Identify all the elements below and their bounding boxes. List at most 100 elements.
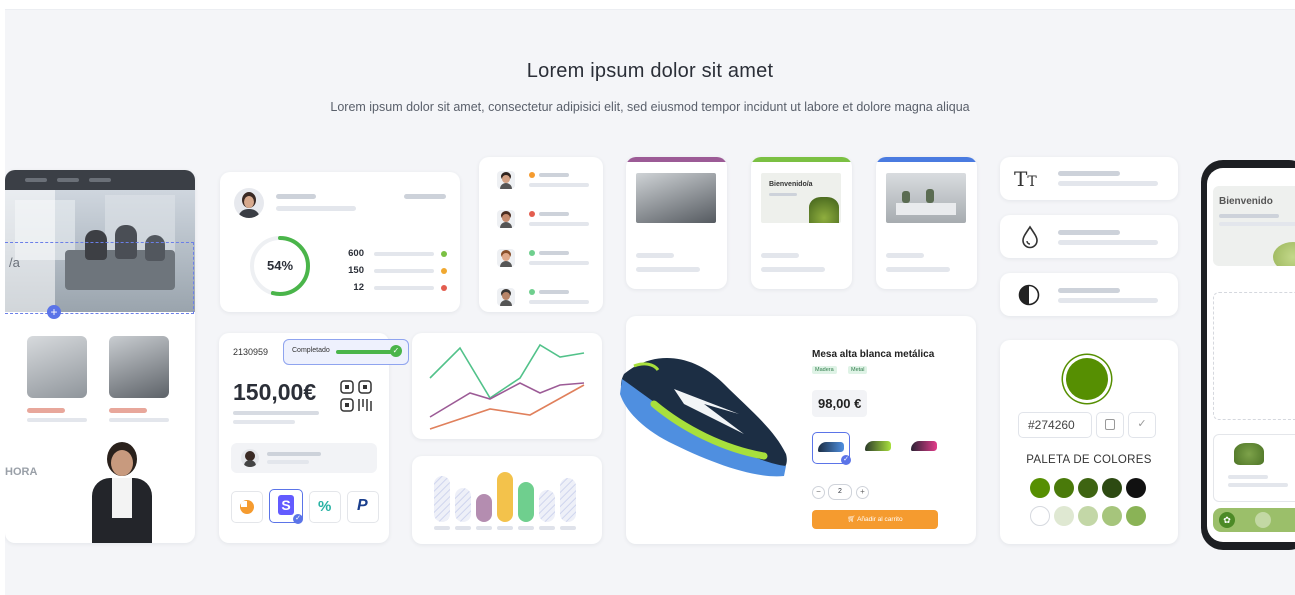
presence-dot — [529, 172, 535, 178]
desk-photo — [886, 173, 966, 223]
color-swatch[interactable] — [1054, 478, 1074, 498]
team-member-avatar — [497, 249, 515, 267]
page-subtitle: Lorem ipsum dolor sit amet, consectetur … — [330, 100, 970, 114]
showcase-canvas: Lorem ipsum dolor sit amet Lorem ipsum d… — [5, 9, 1295, 595]
presence-dot — [529, 289, 535, 295]
leaf-icon[interactable]: ✿ — [1219, 512, 1235, 528]
stat-bar — [374, 286, 434, 290]
color-swatch[interactable] — [1030, 506, 1050, 526]
status-pill: Completado ✓ — [283, 339, 409, 365]
stat-status-dot — [441, 268, 447, 274]
pay-option-paypal[interactable]: P — [347, 491, 379, 523]
welcome-label: Bienvenido/a — [769, 181, 813, 188]
sneaker-image — [620, 357, 787, 477]
thumb-office-1 — [27, 336, 87, 398]
color-swatch[interactable] — [1126, 478, 1146, 498]
pay-option-stripe[interactable]: S ✓ — [269, 489, 303, 524]
status-label: Completado — [292, 347, 330, 354]
customer-row[interactable] — [231, 443, 377, 473]
page-title: Lorem ipsum dolor sit amet — [526, 60, 774, 82]
product-tag-metal: Metal — [848, 366, 868, 374]
bar-1 — [434, 476, 450, 522]
stat-value: 150 — [348, 265, 364, 276]
copy-icon — [1105, 419, 1115, 430]
customer-avatar — [241, 449, 259, 467]
product-tag-madera: Madera — [812, 366, 837, 374]
bar-2 — [455, 488, 471, 522]
color-swatch[interactable] — [1126, 506, 1146, 526]
shoe-pink-icon — [911, 441, 937, 451]
presence-dot — [529, 250, 535, 256]
stat-status-dot — [441, 251, 447, 257]
paypal-icon: P — [357, 497, 368, 514]
phone-welcome: Bienvenido — [1219, 196, 1273, 207]
pay-option-1[interactable] — [231, 491, 263, 523]
variant-green[interactable] — [860, 432, 896, 462]
stats-card: 54% 600 150 12 — [220, 172, 460, 312]
color-swatch[interactable] — [1102, 478, 1122, 498]
variant-pink[interactable] — [906, 432, 942, 462]
photo-card-3[interactable] — [876, 157, 977, 289]
team-member-avatar — [497, 288, 515, 306]
shoe-blue-icon — [818, 442, 844, 452]
font-tool-card[interactable]: TT — [1000, 157, 1178, 200]
nav-icon-2[interactable] — [1255, 512, 1271, 528]
variant-blue[interactable]: ✓ — [812, 432, 851, 465]
font-size-icon: TT — [1014, 167, 1037, 191]
welcome-banner: Bienvenido/a — [761, 173, 841, 223]
product-price: 98,00 € — [812, 390, 868, 417]
quantity-plus-button[interactable]: + — [856, 486, 869, 499]
quantity-value[interactable]: 2 — [828, 484, 852, 500]
pay-option-3[interactable]: % — [309, 491, 341, 523]
cart-icon: 🛒︎ — [847, 516, 858, 523]
presence-dot — [529, 211, 535, 217]
thumb-office-2 — [109, 336, 169, 398]
add-to-cart-button[interactable]: 🛒︎ Añadir al carrito — [812, 510, 938, 529]
stripe-icon: S — [278, 495, 294, 515]
swatch-row-2 — [1030, 506, 1150, 528]
add-section-button[interactable]: + — [47, 305, 61, 319]
woman-portrait — [87, 440, 157, 543]
bar-5 — [518, 482, 534, 522]
check-icon: ✓ — [390, 345, 402, 357]
palette-card: #274260 ✓ PALETA DE COLORES — [1000, 340, 1178, 544]
order-card: 2130959 Completado ✓ 150,00€ S ✓ % P — [219, 333, 409, 543]
color-swatch[interactable] — [1102, 506, 1122, 526]
swatch-row-1 — [1030, 478, 1150, 500]
opacity-tool-card[interactable] — [1000, 215, 1178, 258]
qr-code-icon — [340, 380, 372, 412]
photo-card-1[interactable] — [626, 157, 727, 289]
partial-cta-label: HORA — [5, 466, 38, 478]
phone-mockup: Bienvenido ✿ — [1201, 160, 1295, 550]
phone-dashed-area — [1213, 292, 1295, 420]
phone-hero: Bienvenido — [1213, 186, 1295, 266]
order-id: 2130959 — [233, 347, 269, 357]
color-swatch[interactable] — [1078, 478, 1098, 498]
palette-title: PALETA DE COLORES — [1026, 454, 1152, 466]
copy-button[interactable] — [1096, 412, 1124, 438]
series-orange-line — [429, 384, 585, 430]
hex-value: #274260 — [1028, 418, 1075, 432]
color-swatch[interactable] — [1078, 506, 1098, 526]
quantity-minus-button[interactable]: − — [812, 486, 825, 499]
browser-window-card: /a + HORA — [5, 170, 195, 543]
bar-3 — [476, 494, 492, 522]
photo-card-2[interactable]: Bienvenido/a — [751, 157, 852, 289]
line-chart-card — [412, 333, 602, 439]
stat-status-dot — [441, 285, 447, 291]
payment-methods: S ✓ % P — [231, 489, 381, 525]
contrast-tool-card[interactable] — [1000, 273, 1178, 316]
bar-7 — [560, 478, 576, 522]
cart-button-label: 🛒︎ Añadir al carrito — [847, 516, 903, 523]
phone-plant-card — [1213, 434, 1295, 502]
bar-chart — [434, 472, 576, 530]
meeting-photo — [636, 173, 716, 223]
stat-value: 600 — [348, 248, 364, 259]
order-amount: 150,00€ — [233, 379, 317, 405]
color-swatch[interactable] — [1054, 506, 1074, 526]
product-card: Mesa alta blanca metálica Madera Metal 9… — [620, 316, 976, 544]
bar-chart-card — [412, 456, 602, 544]
stat-bar — [374, 269, 434, 273]
color-swatch[interactable] — [1030, 478, 1050, 498]
confirm-button[interactable]: ✓ — [1128, 412, 1156, 438]
